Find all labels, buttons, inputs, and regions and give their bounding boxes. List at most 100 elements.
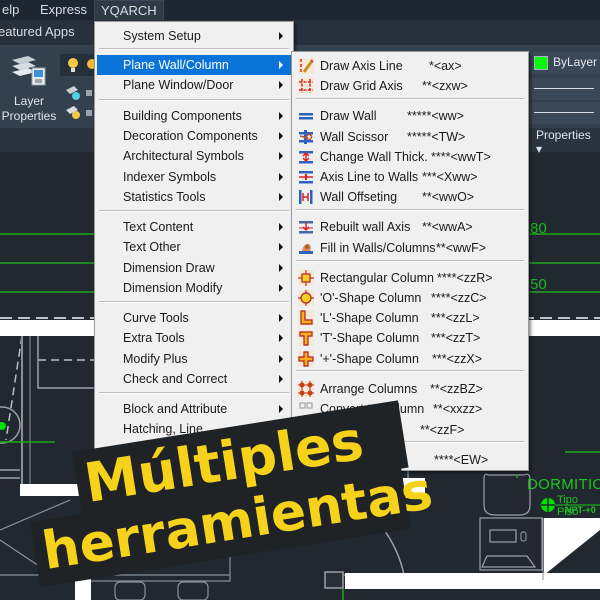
submenu-item-rectangular-column[interactable]: Rectangular Column ****<zzR> xyxy=(294,268,526,288)
linetype-dropdown[interactable] xyxy=(530,78,600,100)
menu-item-plane-window-door[interactable]: Plane Window/Door xyxy=(97,75,291,95)
wall xyxy=(20,484,80,496)
submenu-item-label: Axis Line to Walls xyxy=(320,170,419,184)
wall-icon xyxy=(298,108,314,124)
menu-item-indexer-symbols[interactable]: Indexer Symbols xyxy=(97,167,291,187)
submenu-item-t-shape-column[interactable]: 'T'-Shape Column ***<zzT> xyxy=(294,328,526,348)
layer-label-line2: Properties xyxy=(1,109,57,123)
submenu-arrow-icon xyxy=(279,61,283,69)
submenu-item-label: 'T'-Shape Column xyxy=(320,331,420,345)
menu-separator xyxy=(99,210,289,212)
submenu-item-axis-line-to-walls[interactable]: Axis Line to Walls ***<Xww> xyxy=(294,167,526,187)
menu-item-label: Plane Wall/Column xyxy=(123,58,229,72)
menu-item-text-content[interactable]: Text Content xyxy=(97,217,291,237)
submenu-item-wall-offseting[interactable]: Wall Offseting **<wwO> xyxy=(294,187,526,207)
menu-item-plane-wall-column[interactable]: Plane Wall/Column xyxy=(97,55,291,75)
submenu-item-shortcut: **<wwO> xyxy=(422,190,475,204)
submenu-item-label: Rebuilt wall Axis xyxy=(320,220,411,234)
submenu-item-label: Change Wall Thick. xyxy=(320,150,428,164)
submenu-item-draw-axis-line[interactable]: Draw Axis Line *<ax> xyxy=(294,56,526,76)
color-dropdown[interactable]: ByLayer xyxy=(530,52,600,74)
submenu-item-shortcut: ****<wwT> xyxy=(431,150,491,164)
submenu-item-label: Wall Scissor xyxy=(320,130,389,144)
submenu-item-change-wall-thick[interactable]: Change Wall Thick. ****<wwT> xyxy=(294,147,526,167)
menu-item-dimension-draw[interactable]: Dimension Draw xyxy=(97,258,291,278)
lineweight-dropdown[interactable] xyxy=(530,102,600,124)
submenu-item-arrange-columns[interactable]: Arrange Columns **<zzBZ> xyxy=(294,379,526,399)
submenu-item-label: Arrange Columns xyxy=(320,382,418,396)
submenu-arrow-icon xyxy=(279,152,283,160)
submenu-item-shortcut: *<ax> xyxy=(429,59,462,73)
submenu-item-shortcut: ****<EW> xyxy=(434,453,489,467)
submenu-arrow-icon xyxy=(279,173,283,181)
layer-label-line1: Layer xyxy=(13,94,45,108)
submenu-item-fill-in-walls-columns[interactable]: Fill in Walls/Columns **<wwF> xyxy=(294,238,526,258)
menu-item-extra-tools[interactable]: Extra Tools xyxy=(97,328,291,348)
submenu-item-label: '+'-Shape Column xyxy=(320,352,419,366)
dimension-label-50: 50 xyxy=(530,276,547,293)
menu-item-modify-plus[interactable]: Modify Plus xyxy=(97,349,291,369)
menu-item-statistics-tools[interactable]: Statistics Tools xyxy=(97,187,291,207)
menu-yqarch[interactable]: YQARCH xyxy=(94,0,164,22)
layer-properties-button[interactable]: Layer Properties xyxy=(0,50,60,123)
submenu-arrow-icon xyxy=(279,32,283,40)
menu-express[interactable]: Express xyxy=(34,0,93,20)
menu-item-curve-tools[interactable]: Curve Tools xyxy=(97,308,291,328)
submenu-item-shortcut: ****<zzC> xyxy=(431,291,487,305)
menu-item-building-components[interactable]: Building Components xyxy=(97,106,291,126)
submenu-item-shortcut: **<zzF> xyxy=(420,423,465,437)
layer-tools-icons[interactable] xyxy=(62,82,92,122)
submenu-item-shortcut: ***<zzL> xyxy=(431,311,480,325)
submenu-item-shortcut: **<xxzz> xyxy=(433,402,483,416)
column xyxy=(324,571,344,589)
submenu-item-draw-wall[interactable]: Draw Wall *****<ww> xyxy=(294,106,526,126)
keyboard xyxy=(481,555,537,568)
menu-item-label: Dimension Draw xyxy=(123,261,215,275)
menubar: elp Express YQARCH xyxy=(0,0,600,22)
submenu-item-label: Rectangular Column xyxy=(320,271,434,285)
rect-column-icon xyxy=(298,270,314,286)
submenu-arrow-icon xyxy=(279,334,283,342)
menu-item-check-and-correct[interactable]: Check and Correct xyxy=(97,369,291,389)
arrange-columns-icon xyxy=(298,381,314,397)
submenu-item-wall-scissor[interactable]: Wall Scissor *****<TW> xyxy=(294,127,526,147)
grid-axis-icon xyxy=(298,78,314,94)
menu-item-label: Architectural Symbols xyxy=(123,149,244,163)
menu-item-label: Text Content xyxy=(123,220,194,234)
wall-offset-icon xyxy=(298,189,314,205)
menu-item-text-other[interactable]: Text Other xyxy=(97,237,291,257)
submenu-arrow-icon xyxy=(279,314,283,322)
properties-panel-label[interactable]: Properties ▾ xyxy=(536,128,600,156)
menu-item-architectural-symbols[interactable]: Architectural Symbols xyxy=(97,146,291,166)
submenu-item-l-shape-column[interactable]: 'L'-Shape Column ***<zzL> xyxy=(294,308,526,328)
menu-item-block-and-attribute[interactable]: Block and Attribute xyxy=(97,399,291,419)
submenu-arrow-icon xyxy=(279,284,283,292)
axis-to-wall-icon xyxy=(298,169,314,185)
menu-separator xyxy=(99,392,289,394)
menu-help[interactable]: elp xyxy=(0,0,25,20)
submenu-item-o-shape-column[interactable]: 'O'-Shape Column ****<zzC> xyxy=(294,288,526,308)
menu-item-dimension-modify[interactable]: Dimension Modify xyxy=(97,278,291,298)
menu-item-label: Extra Tools xyxy=(123,331,185,345)
tab-featured-apps[interactable]: eatured Apps xyxy=(0,24,75,39)
submenu-item-shortcut: ***<Xww> xyxy=(422,170,478,184)
menu-item-label: Block and Attribute xyxy=(123,402,228,416)
submenu-item-shortcut: ***<zzT> xyxy=(431,331,481,345)
submenu-item-label: Draw Grid Axis xyxy=(320,79,403,93)
menu-item-system-setup[interactable]: System Setup xyxy=(97,26,291,46)
menu-separator xyxy=(296,260,524,262)
submenu-item-draw-grid-axis[interactable]: Draw Grid Axis **<zxw> xyxy=(294,76,526,96)
submenu-arrow-icon xyxy=(279,243,283,251)
yqarch-menu: System Setup Plane Wall/Column Plane Windo… xyxy=(94,21,294,451)
menu-separator xyxy=(99,301,289,303)
menu-item-label: Decoration Components xyxy=(123,129,258,143)
layer-stack-icon xyxy=(12,56,46,86)
submenu-item-rebuilt-wall-axis[interactable]: Rebuilt wall Axis **<wwA> xyxy=(294,217,526,237)
menu-separator xyxy=(296,209,524,211)
lineweight-preview xyxy=(534,112,594,113)
desk xyxy=(479,517,543,571)
submenu-item-label: Fill in Walls/Columns xyxy=(320,241,436,255)
menu-item-label: Building Components xyxy=(123,109,242,123)
menu-item-decoration-components[interactable]: Decoration Components xyxy=(97,126,291,146)
submenu-item-plus-shape-column[interactable]: '+'-Shape Column ***<zzX> xyxy=(294,349,526,369)
